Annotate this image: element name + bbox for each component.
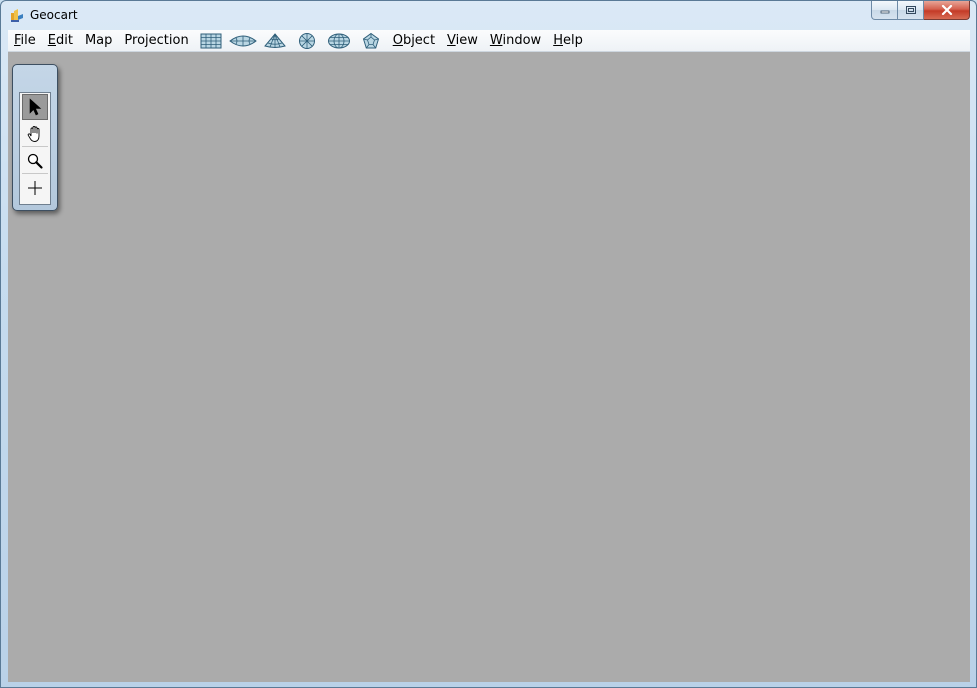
restore-button[interactable] xyxy=(898,1,924,20)
globe-projection-icon[interactable] xyxy=(325,31,353,50)
menu-projection[interactable]: Projection xyxy=(118,31,194,50)
menu-edit[interactable]: Edit xyxy=(42,31,79,50)
title-bar[interactable]: Geocart xyxy=(1,1,976,30)
menu-map[interactable]: Map xyxy=(79,31,118,50)
arrow-pointer-icon xyxy=(29,98,42,116)
close-button[interactable] xyxy=(924,1,970,20)
restore-icon xyxy=(905,6,916,14)
rectangular-grid-icon[interactable] xyxy=(197,31,225,50)
polyhedral-projection-icon[interactable] xyxy=(357,31,385,50)
close-icon xyxy=(941,5,952,15)
lens-projection-icon[interactable] xyxy=(228,31,257,50)
hand-tool-button[interactable] xyxy=(22,121,48,147)
crosshair-tool-button[interactable] xyxy=(22,175,48,201)
window-title: Geocart xyxy=(30,8,78,22)
zoom-tool-button[interactable] xyxy=(22,148,48,174)
crosshair-icon xyxy=(28,181,42,195)
menu-help[interactable]: Help xyxy=(547,31,589,50)
app-window: Geocart File Edit Map Projection Object … xyxy=(0,0,977,688)
arrow-tool-button[interactable] xyxy=(22,94,48,120)
hand-pan-icon xyxy=(27,125,40,142)
minimize-icon xyxy=(880,10,889,14)
geocart-app-icon xyxy=(11,9,23,22)
document-area[interactable] xyxy=(8,52,970,682)
menu-view[interactable]: View xyxy=(441,31,484,50)
magnifier-zoom-icon xyxy=(27,153,43,169)
caption-buttons xyxy=(871,1,970,21)
menu-file[interactable]: File xyxy=(8,31,42,50)
menu-bar: File Edit Map Projection Object View Win… xyxy=(8,30,970,52)
tool-palette[interactable] xyxy=(12,64,58,211)
menu-object[interactable]: Object xyxy=(387,31,441,50)
minimize-button[interactable] xyxy=(871,1,898,20)
conic-projection-icon[interactable] xyxy=(261,31,289,50)
menu-window[interactable]: Window xyxy=(484,31,547,50)
polar-azimuthal-icon[interactable] xyxy=(293,31,321,50)
tool-palette-buttons xyxy=(19,92,51,205)
